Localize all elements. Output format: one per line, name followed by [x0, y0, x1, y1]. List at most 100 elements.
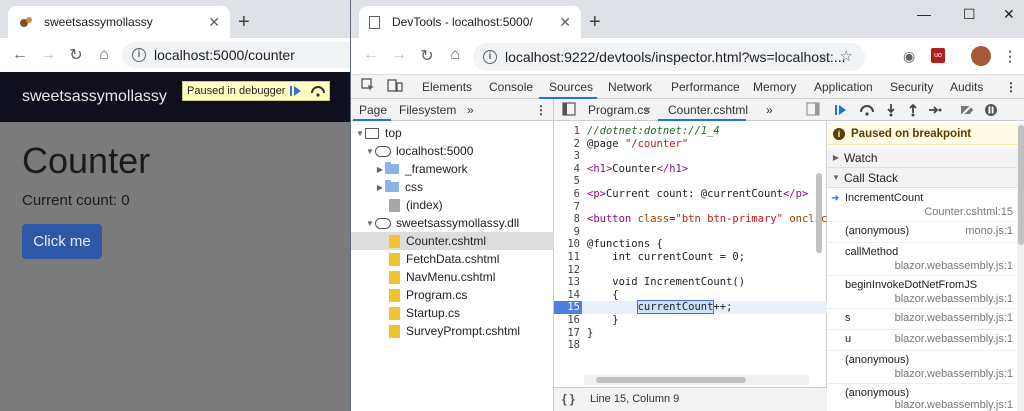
- expand-triangle-icon[interactable]: ▼: [831, 173, 841, 182]
- profile-avatar[interactable]: [971, 46, 991, 66]
- minimize-icon[interactable]: —: [917, 6, 931, 22]
- toggle-debugger-icon[interactable]: [806, 102, 820, 119]
- site-info-icon[interactable]: i: [483, 50, 497, 64]
- call-frame[interactable]: ➜ IncrementCount Counter.cshtml:15: [827, 190, 1017, 222]
- call-stack-section-header[interactable]: ▼ Call Stack: [827, 168, 1024, 188]
- devtools-menu-kebab-icon[interactable]: ⋮: [1005, 80, 1017, 94]
- collapse-triangle-icon[interactable]: ▶: [375, 183, 385, 192]
- navigator-menu-icon[interactable]: ⋮: [535, 103, 547, 117]
- collapse-triangle-icon[interactable]: ▶: [375, 165, 385, 174]
- resume-icon[interactable]: [285, 82, 307, 100]
- tab-network[interactable]: Network: [608, 80, 652, 94]
- more-tabs-icon[interactable]: »: [766, 103, 773, 117]
- account-icon[interactable]: ◉: [903, 48, 915, 65]
- home-icon[interactable]: ⌂: [90, 46, 118, 64]
- maximize-icon[interactable]: ☐: [963, 6, 976, 23]
- tree-item-startup[interactable]: Startup.cs: [351, 304, 554, 322]
- call-frame[interactable]: (anonymous) blazor.webassembly.js:1: [827, 352, 1017, 384]
- sidebar-scrollbar[interactable]: [1017, 123, 1024, 411]
- close-tab-icon[interactable]: ✕: [559, 14, 571, 31]
- call-frame[interactable]: (anonymous) mono.js:1: [827, 223, 1017, 243]
- editor-tab-counter[interactable]: Counter.cshtml: [668, 103, 748, 117]
- tree-item-surveyprompt[interactable]: SurveyPrompt.cshtml: [351, 322, 554, 340]
- new-tab-button[interactable]: +: [238, 12, 250, 32]
- step-over-icon[interactable]: [307, 82, 329, 100]
- back-icon[interactable]: ←: [357, 46, 385, 64]
- devtools-address-bar[interactable]: i localhost:9222/devtools/inspector.html…: [473, 43, 865, 71]
- tab-performance[interactable]: Performance: [671, 80, 740, 94]
- close-editor-tab-icon[interactable]: ×: [644, 103, 651, 117]
- pause-on-exceptions-icon[interactable]: [983, 102, 999, 118]
- call-frame[interactable]: callMethod blazor.webassembly.js:1: [827, 244, 1017, 276]
- expand-triangle-icon[interactable]: ▼: [355, 129, 365, 138]
- expand-triangle-icon[interactable]: ▼: [365, 219, 375, 228]
- breakpoint-marker[interactable]: 15: [554, 301, 582, 314]
- forward-icon[interactable]: →: [385, 46, 413, 64]
- tree-item-program[interactable]: Program.cs: [351, 286, 554, 304]
- editor-horizontal-scrollbar[interactable]: [584, 375, 809, 385]
- click-me-button[interactable]: Click me: [22, 224, 102, 259]
- resume-icon[interactable]: [833, 102, 849, 118]
- toggle-navigator-icon[interactable]: [562, 102, 576, 119]
- tab-sources[interactable]: Sources: [549, 80, 593, 94]
- forward-icon[interactable]: →: [34, 46, 62, 64]
- tab-elements[interactable]: Elements: [422, 80, 472, 94]
- deactivate-breakpoints-icon[interactable]: [959, 102, 975, 118]
- tab-console[interactable]: Console: [489, 80, 533, 94]
- watch-section-header[interactable]: ▶ Watch: [827, 148, 1024, 168]
- code-lines[interactable]: 1//dotnet:dotnet://1_4 2 @page "/counter"…: [554, 123, 827, 373]
- call-frame[interactable]: s blazor.webassembly.js:1: [827, 310, 1017, 330]
- tab-application[interactable]: Application: [814, 80, 873, 94]
- tab-memory[interactable]: Memory: [753, 80, 796, 94]
- close-tab-icon[interactable]: ✕: [208, 14, 220, 31]
- site-brand[interactable]: sweetsassymollassy: [22, 88, 167, 106]
- bookmark-star-icon[interactable]: ☆: [840, 47, 853, 65]
- new-tab-button[interactable]: +: [589, 12, 601, 32]
- line-number: 13: [567, 276, 580, 289]
- step-into-icon[interactable]: [883, 102, 899, 118]
- tree-item-index[interactable]: (index): [351, 196, 554, 214]
- tab-audits[interactable]: Audits: [950, 80, 983, 94]
- tree-item-fetchdata[interactable]: FetchData.cshtml: [351, 250, 554, 268]
- call-frame-function: u: [845, 333, 852, 345]
- tree-item-label: SurveyPrompt.cshtml: [406, 324, 521, 338]
- tree-item-counter-cshtml[interactable]: Counter.cshtml: [351, 232, 554, 250]
- step-icon[interactable]: [927, 102, 943, 118]
- menu-kebab-icon[interactable]: ⋮: [1003, 48, 1017, 65]
- collapse-triangle-icon[interactable]: ▶: [831, 153, 841, 162]
- back-icon[interactable]: ←: [6, 46, 34, 64]
- app-address-bar[interactable]: i localhost:5000/counter: [122, 42, 362, 68]
- pretty-print-icon[interactable]: { }: [562, 392, 575, 406]
- tree-item-localhost[interactable]: ▼ localhost:5000: [351, 142, 554, 160]
- reload-icon[interactable]: ↻: [413, 46, 441, 66]
- window-close-icon[interactable]: ✕: [1003, 6, 1015, 23]
- inspect-element-icon[interactable]: [361, 78, 375, 95]
- tree-item-css[interactable]: ▶ css: [351, 178, 554, 196]
- devtools-browser-tab[interactable]: DevTools - localhost:5000/ ✕: [359, 6, 581, 38]
- navigator-tab-filesystem[interactable]: Filesystem: [399, 103, 456, 117]
- more-tabs-icon[interactable]: »: [467, 103, 474, 117]
- call-frame[interactable]: beginInvokeDotNetFromJS blazor.webassemb…: [827, 277, 1017, 309]
- site-info-icon[interactable]: i: [132, 48, 146, 62]
- file-icon: [389, 324, 400, 338]
- step-over-icon[interactable]: [859, 102, 875, 118]
- tree-item-dll[interactable]: ▼ sweetsassymollassy.dll: [351, 214, 554, 232]
- zoom-icon[interactable]: ⌕: [819, 48, 827, 65]
- navigator-tab-page[interactable]: Page: [359, 103, 387, 117]
- expand-triangle-icon[interactable]: ▼: [365, 147, 375, 156]
- editor-vertical-scrollbar[interactable]: [814, 123, 824, 373]
- tree-item-top[interactable]: ▼ top: [351, 124, 554, 142]
- device-toolbar-icon[interactable]: [387, 78, 403, 95]
- tree-item-framework[interactable]: ▶ _framework: [351, 160, 554, 178]
- app-browser-tab[interactable]: sweetsassymollassy ✕: [8, 6, 230, 38]
- tree-item-navmenu[interactable]: NavMenu.cshtml: [351, 268, 554, 286]
- call-frame[interactable]: (anonymous) blazor.webassembly.js:1: [827, 385, 1017, 411]
- breakpoint-line[interactable]: 15 currentCount++;: [554, 300, 827, 315]
- reload-icon[interactable]: ↻: [62, 45, 90, 65]
- ublock-extension-icon[interactable]: uo: [931, 48, 945, 63]
- editor-tab-program[interactable]: Program.cs: [588, 103, 649, 117]
- call-frame[interactable]: u blazor.webassembly.js:1: [827, 331, 1017, 351]
- step-out-icon[interactable]: [905, 102, 921, 118]
- home-icon[interactable]: ⌂: [441, 46, 469, 64]
- tab-security[interactable]: Security: [890, 80, 933, 94]
